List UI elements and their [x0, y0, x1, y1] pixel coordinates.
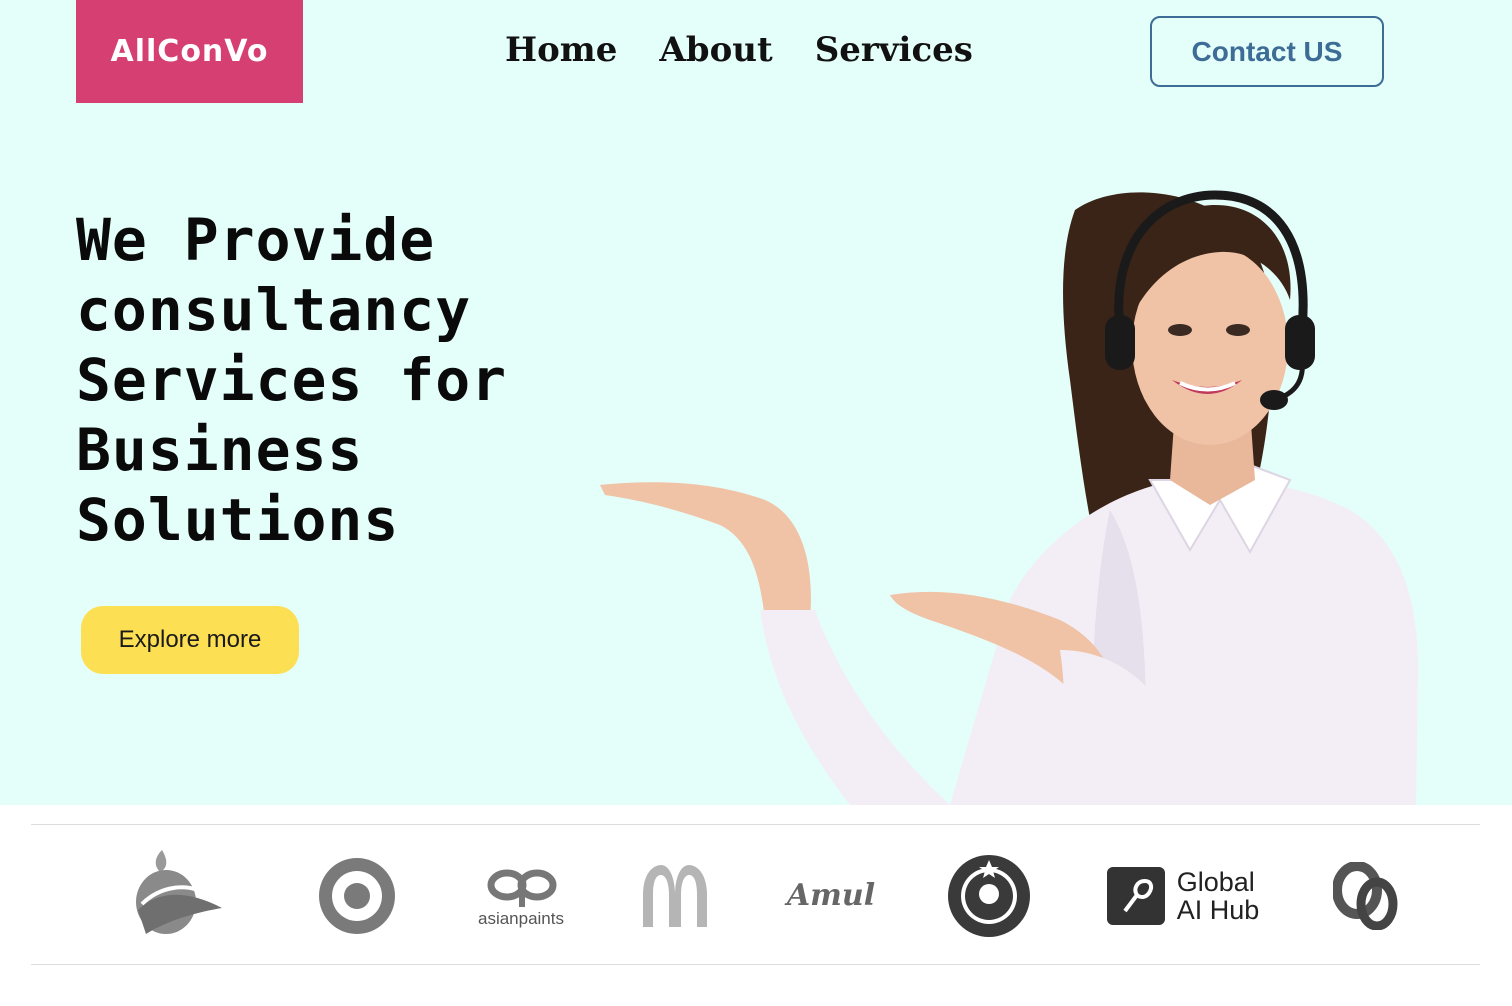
main-nav: Home About Services	[505, 26, 973, 74]
nav-about-link[interactable]: About	[659, 26, 772, 74]
client-logos-strip: asianpaints Amul Global AI Hub	[31, 824, 1480, 965]
fruit-logo-icon	[136, 849, 222, 934]
site-logo[interactable]: AllConVo	[76, 0, 303, 103]
asianpaints-logo-icon	[487, 869, 557, 907]
target-logo-icon	[319, 857, 395, 934]
starbucks-logo-icon	[948, 854, 1030, 937]
arches-logo-icon	[643, 864, 707, 927]
contact-us-button[interactable]: Contact US	[1150, 16, 1384, 87]
brand-logo-starbucks	[946, 825, 1032, 966]
brand-logo-global-ai-hub: Global AI Hub	[1103, 825, 1263, 966]
nav-home-link[interactable]: Home	[505, 26, 617, 74]
brand-logo-chain	[1331, 825, 1401, 966]
headline-line-2: consultancy	[76, 276, 472, 344]
logo-text: AllConVo	[110, 34, 269, 69]
brand-logo-arches	[638, 825, 712, 966]
brand-logo-amul: Amul	[781, 825, 881, 966]
support-agent-image	[600, 190, 1419, 805]
hero-section: AllConVo Home About Services Contact US …	[0, 0, 1512, 805]
headline-line-1: We Provide	[76, 206, 436, 274]
amul-text: Amul	[786, 878, 876, 913]
global-ai-hub-logo-icon	[1106, 866, 1165, 925]
headline-line-4: Business	[76, 416, 364, 484]
brand-logo-target	[317, 825, 397, 966]
chain-logo-icon	[1333, 861, 1398, 930]
asianpaints-text: asianpaints	[477, 908, 564, 928]
brand-logo-fruit	[121, 825, 231, 966]
global-ai-hub-line1: Global	[1176, 866, 1255, 897]
hero-headline: We Provide consultancy Services for Busi…	[76, 205, 596, 555]
headline-line-5: Solutions	[76, 486, 400, 554]
explore-more-button[interactable]: Explore more	[81, 606, 299, 674]
brand-logo-asianpaints: asianpaints	[466, 825, 576, 966]
headline-line-3: Services for	[76, 346, 508, 414]
nav-services-link[interactable]: Services	[815, 26, 973, 74]
global-ai-hub-line2: AI Hub	[1176, 894, 1260, 925]
